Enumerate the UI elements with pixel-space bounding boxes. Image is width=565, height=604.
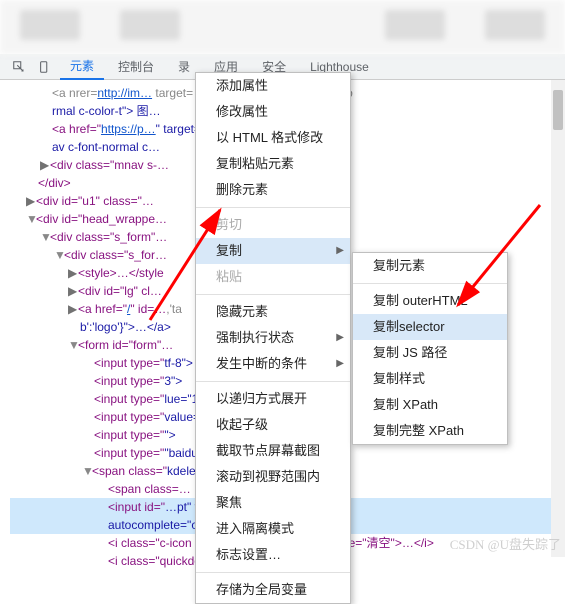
- menu-capture-node[interactable]: 截取节点屏幕截图: [196, 438, 350, 464]
- menu-duplicate[interactable]: 复制粘贴元素: [196, 151, 350, 177]
- menu-edit-as-html[interactable]: 以 HTML 格式修改: [196, 125, 350, 151]
- menu-separator: [196, 572, 350, 573]
- scrollbar-thumb[interactable]: [553, 90, 563, 130]
- menu-copy-js-path[interactable]: 复制 JS 路径: [353, 340, 507, 366]
- menu-badge-settings[interactable]: 标志设置…: [196, 542, 350, 568]
- menu-separator: [196, 381, 350, 382]
- inspect-icon[interactable]: [8, 57, 30, 77]
- device-icon[interactable]: [34, 57, 56, 77]
- menu-edit-attribute[interactable]: 修改属性: [196, 99, 350, 125]
- menu-break-on[interactable]: 发生中断的条件▶: [196, 351, 350, 377]
- tab-elements[interactable]: 元素: [60, 53, 104, 80]
- annotation-arrow-icon: [450, 195, 550, 325]
- menu-copy-full-xpath[interactable]: 复制完整 XPath: [353, 418, 507, 444]
- chevron-right-icon: ▶: [336, 355, 344, 373]
- tab-console[interactable]: 控制台: [108, 54, 164, 79]
- scrollbar[interactable]: [551, 80, 565, 557]
- menu-copy-xpath[interactable]: 复制 XPath: [353, 392, 507, 418]
- context-menu: 添加属性 修改属性 以 HTML 格式修改 复制粘贴元素 删除元素 剪切 复制▶…: [195, 72, 351, 604]
- menu-store-global[interactable]: 存储为全局变量: [196, 577, 350, 603]
- menu-expand-recursive[interactable]: 以递归方式展开: [196, 386, 350, 412]
- chevron-right-icon: ▶: [336, 329, 344, 347]
- menu-copy-styles[interactable]: 复制样式: [353, 366, 507, 392]
- menu-scroll-into-view[interactable]: 滚动到视野范围内: [196, 464, 350, 490]
- browser-chrome-blur: [0, 0, 565, 54]
- menu-focus[interactable]: 聚焦: [196, 490, 350, 516]
- menu-isolation[interactable]: 进入隔离模式: [196, 516, 350, 542]
- dom-tree[interactable]: <a nrer=nttp://im… target= _blank class=…: [0, 80, 565, 574]
- menu-collapse[interactable]: 收起子级: [196, 412, 350, 438]
- menu-add-attribute[interactable]: 添加属性: [196, 73, 350, 99]
- chevron-right-icon: ▶: [336, 242, 344, 260]
- watermark: CSDN @U盘失踪了: [450, 534, 561, 553]
- annotation-arrow-icon: [140, 200, 235, 330]
